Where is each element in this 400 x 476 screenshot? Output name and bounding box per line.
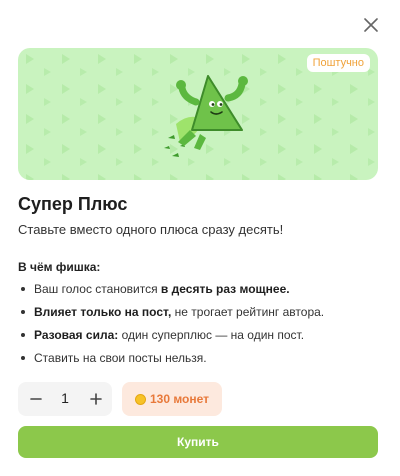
super-plus-modal: Поштучно Супер Плюс Ставьте вместо одног… — [0, 0, 400, 476]
decrement-button[interactable] — [24, 387, 48, 411]
increment-button[interactable] — [84, 387, 108, 411]
close-icon[interactable] — [364, 18, 378, 32]
coin-icon — [134, 393, 146, 405]
promo-banner: Поштучно — [18, 48, 378, 180]
feature-item: Ваш голос становится в десять раз мощнее… — [18, 282, 324, 305]
modal-subtitle: Ставьте вместо одного плюса сразу десять… — [18, 222, 284, 237]
features-list: Ваш голос становится в десять раз мощнее… — [18, 282, 324, 374]
price-badge: 130 монет — [122, 382, 222, 416]
plus-icon — [90, 393, 102, 405]
feature-item: Ставить на свои посты нельзя. — [18, 351, 324, 374]
super-plus-mascot-icon — [164, 75, 248, 157]
price-label: 130 монет — [149, 392, 210, 406]
modal-title: Супер Плюс — [18, 194, 128, 214]
buy-button[interactable]: Купить — [18, 426, 378, 458]
close-button[interactable] — [360, 14, 382, 36]
badge-per-piece: Поштучно — [306, 54, 370, 72]
minus-icon — [30, 398, 42, 400]
feature-item: Влияет только на пост, не трогает рейтин… — [18, 305, 324, 328]
quantity-value[interactable]: 1 — [54, 390, 76, 406]
quantity-stepper: 1 — [18, 382, 112, 416]
features-heading: В чём фишка: — [18, 260, 101, 274]
feature-item: Разовая сила: один суперплюс — на один п… — [18, 328, 324, 351]
